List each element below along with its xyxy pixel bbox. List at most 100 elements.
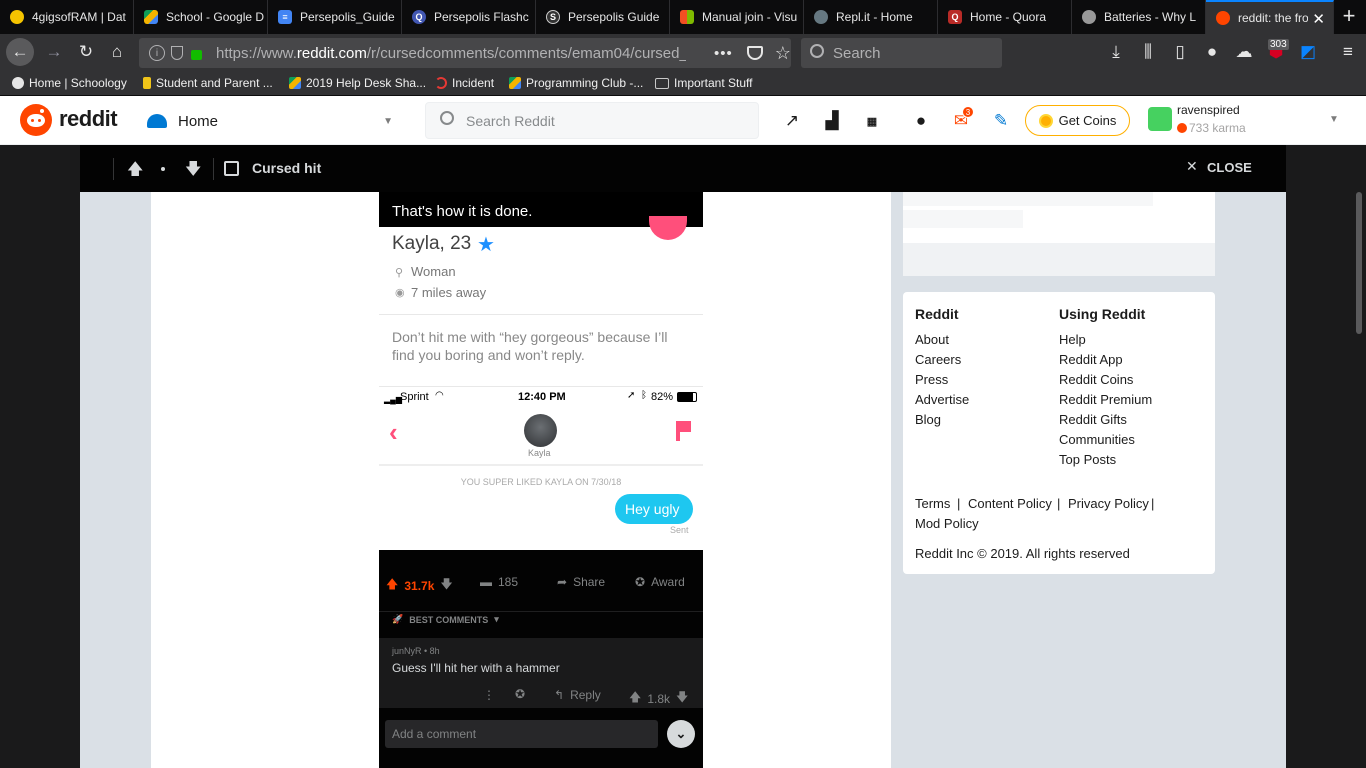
browser-tab[interactable]: Repl.it - Home [804,0,938,34]
close-icon[interactable]: ✕ [1186,158,1198,175]
user-menu[interactable]: ravenspired 733 karma ▼ [1146,102,1346,140]
qr-code-icon[interactable]: ▦ [860,109,884,133]
reddit-wordmark[interactable]: reddit [59,106,118,132]
award-button[interactable]: ✪ Award [635,575,685,589]
downvote-icon: 🡇 [440,577,453,591]
reddit-logo-icon[interactable] [20,104,52,136]
sort-dropdown[interactable]: 🚀 BEST COMMENTS ▾ [392,614,499,625]
comments-button[interactable]: ▬ 185 [480,575,518,589]
bookmark-item[interactable]: 2019 Help Desk Sha... [289,75,426,91]
divider [213,158,214,180]
bookmark-item[interactable]: Programming Club -... [509,75,643,91]
tab-title: School - Google D [166,10,265,24]
url-host: reddit.com [296,44,367,62]
bookmark-star-icon[interactable]: ☆ [775,43,791,64]
trending-icon[interactable]: ↗ [780,109,804,133]
search-placeholder: Search [833,44,881,62]
upvote-arrow-icon[interactable]: 🡅 [127,158,143,185]
sidebar-icon[interactable]: ▯ [1166,38,1194,66]
get-coins-button[interactable]: Get Coins [1025,105,1130,136]
add-comment-input[interactable]: Add a comment [385,720,658,748]
footer-link[interactable]: Help [1059,332,1086,347]
footer-link[interactable]: Reddit Premium [1059,392,1152,407]
footer-link[interactable]: Reddit Gifts [1059,412,1127,427]
create-post-icon[interactable]: ✎ [989,109,1013,133]
extension-icon-2[interactable]: ◩ [1294,38,1322,66]
browser-tab[interactable]: School - Google D [134,0,268,34]
footer-link[interactable]: Reddit Coins [1059,372,1133,387]
bluetooth-icon: ᛒ [641,390,647,401]
browser-tab[interactable]: S Persepolis Guide [536,0,670,34]
reddit-search-input[interactable]: Search Reddit [425,102,759,139]
bookmark-item[interactable]: Student and Parent ... [143,75,273,91]
more-actions-icon[interactable]: ••• [714,45,733,62]
search-icon [810,44,824,58]
browser-tab[interactable]: 4gigsofRAM | Dat [0,0,134,34]
forward-icon[interactable]: → [40,38,68,66]
legal-link[interactable]: Terms [915,496,950,511]
separator: | [1151,496,1155,511]
bookmark-item[interactable]: Incident [435,75,494,91]
comment-author[interactable]: junNyR • 8h [392,646,440,656]
extension-badge: 303 [1268,39,1289,50]
browser-search-input[interactable]: Search [801,38,1002,68]
downloads-icon[interactable]: ⤓ [1102,38,1130,66]
quizlet-icon: Q [412,10,426,24]
pocket-icon[interactable] [746,46,763,60]
account-icon[interactable]: ● [1198,38,1226,66]
browser-tab-active[interactable]: reddit: the fron ✕ [1206,0,1334,34]
close-button[interactable]: CLOSE [1207,160,1252,175]
footer-link[interactable]: Careers [915,352,961,367]
browser-tab[interactable]: Manual join - Visu [670,0,804,34]
scrollbar-thumb[interactable] [1356,192,1362,334]
bookmark-label: Programming Club -... [526,76,644,90]
browser-tab[interactable]: Q Persepolis Flashc [402,0,536,34]
browser-tab[interactable]: Q Home - Quora [938,0,1072,34]
downvote-arrow-icon[interactable]: 🡇 [185,158,201,185]
bookmark-folder[interactable]: Important Stuff [655,75,753,91]
extension-icon[interactable]: ☁ [1230,38,1258,66]
home-icon[interactable]: ⌂ [103,38,131,66]
menu-icon[interactable]: ≡ [1334,38,1362,66]
divider [379,314,703,315]
bookmark-item[interactable]: Home | Schoology [12,75,127,91]
browser-tab[interactable]: ≡ Persepolis_Guide [268,0,402,34]
flag-icon [143,77,151,89]
shield-icon[interactable] [171,46,183,60]
more-options-icon[interactable]: ⋮ [483,688,495,702]
comment-votes[interactable]: 🡅 1.8k 🡇 [629,688,688,709]
reload-icon[interactable]: ↻ [72,38,100,66]
close-tab-icon[interactable]: ✕ [1312,10,1325,28]
url-bar[interactable]: i https://www.reddit.com/r/cursedcomment… [139,38,791,68]
browser-tab[interactable]: Batteries - Why L [1072,0,1206,34]
footer-link[interactable]: Communities [1059,432,1135,447]
footer-link[interactable]: Press [915,372,948,387]
share-button[interactable]: ➦ Share [557,575,605,589]
contact-name: Kayla [528,448,551,458]
footer-link[interactable]: Reddit App [1059,352,1123,367]
chat-icon[interactable]: ● [909,109,933,133]
award-icon[interactable]: ✪ [515,687,525,701]
leaderboard-icon[interactable]: ▟ [820,109,844,133]
legal-link[interactable]: Content Policy [968,496,1052,511]
reply-button[interactable]: ↰ Reply [554,688,601,702]
expand-chevron-icon[interactable]: ⌄ [667,720,695,748]
back-icon[interactable]: ← [6,38,34,66]
upvote-score[interactable]: 🡅 31.7k 🡇 [386,575,453,596]
footer-link[interactable]: Advertise [915,392,969,407]
comment-block: junNyR • 8h Guess I'll hit her with a ha… [379,638,703,708]
image-caption: That's how it is done. [392,203,533,220]
library-icon[interactable]: ⫼ [1134,38,1162,66]
footer-link[interactable]: About [915,332,949,347]
karma-count: 733 karma [1189,121,1246,135]
tab-strip: 4gigsofRAM | Dat School - Google D ≡ Pers… [0,0,1366,34]
footer-link[interactable]: Blog [915,412,941,427]
legal-link[interactable]: Privacy Policy [1068,496,1149,511]
info-icon[interactable]: i [149,45,165,61]
profile-distance: 7 miles away [411,285,487,300]
home-dropdown[interactable]: Home ▼ [147,106,393,136]
legal-link[interactable]: Mod Policy [915,516,979,531]
footer-link[interactable]: Top Posts [1059,452,1116,467]
tab-title: 4gigsofRAM | Dat [32,10,126,24]
new-tab-button[interactable]: + [1334,2,1364,32]
